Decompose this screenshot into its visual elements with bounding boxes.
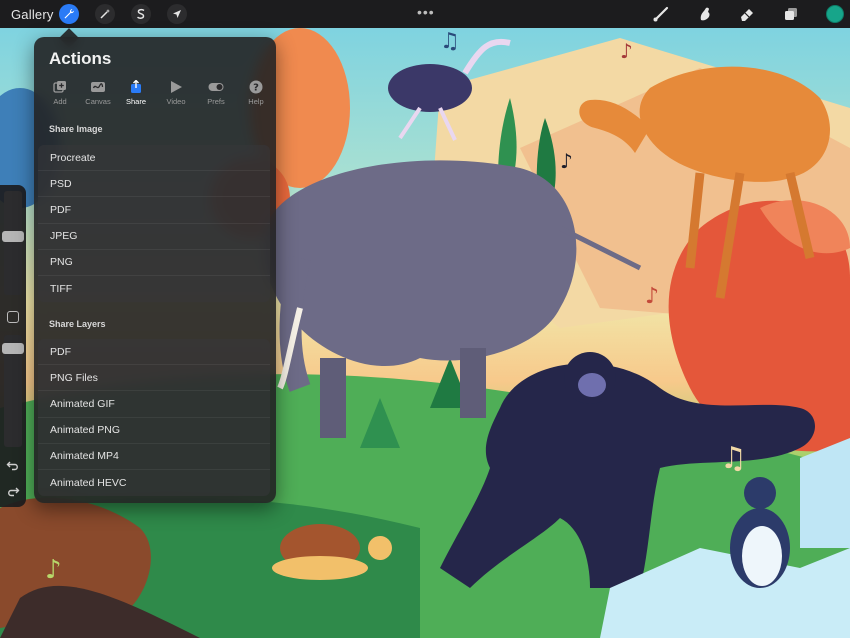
- tab-label: Help: [248, 97, 264, 106]
- undo-icon[interactable]: [6, 458, 20, 472]
- selection-s-icon: [137, 8, 145, 19]
- panel-title: Actions: [49, 49, 112, 68]
- tab-label: Prefs: [207, 97, 225, 106]
- video-icon: [171, 81, 182, 93]
- layers-icon: [785, 8, 797, 20]
- transform-button[interactable]: [167, 4, 187, 24]
- share-item-jpeg[interactable]: JPEG: [38, 224, 270, 250]
- gallery-button[interactable]: Gallery: [11, 7, 54, 22]
- redo-icon[interactable]: [6, 484, 20, 498]
- share-layers-animated-mp4[interactable]: Animated MP4: [38, 444, 270, 470]
- brush-size-slider[interactable]: [4, 191, 22, 295]
- opacity-thumb[interactable]: [2, 343, 24, 354]
- tab-label: Canvas: [85, 97, 111, 106]
- share-item-pdf[interactable]: PDF: [38, 197, 270, 224]
- tab-label: Video: [166, 97, 186, 106]
- share-layers-heading: Share Layers: [49, 319, 106, 329]
- svg-text:♪: ♪: [45, 555, 62, 585]
- eraser-button[interactable]: [736, 4, 758, 24]
- prefs-toggle-icon: [208, 83, 224, 91]
- svg-text:♪: ♪: [620, 39, 633, 63]
- brush-button[interactable]: [650, 4, 672, 24]
- eraser-icon: [741, 9, 753, 21]
- brush-icon: [653, 6, 669, 22]
- svg-text:♫: ♫: [440, 29, 460, 54]
- adjustments-button[interactable]: [95, 4, 115, 24]
- share-layers-animated-gif[interactable]: Animated GIF: [38, 391, 270, 418]
- share-item-png[interactable]: PNG: [38, 250, 270, 276]
- modify-button[interactable]: [7, 311, 19, 323]
- tab-help[interactable]: ? Help: [236, 80, 276, 106]
- actions-tabs: Add Canvas Share Video Prefs ? Help: [40, 80, 272, 110]
- tab-label: Add: [53, 97, 67, 106]
- layers-button[interactable]: [780, 4, 802, 24]
- svg-text:♪: ♪: [645, 284, 659, 309]
- svg-text:?: ?: [253, 83, 259, 94]
- share-layers-list: PDF PNG Files Animated GIF Animated PNG …: [38, 339, 270, 497]
- smudge-icon: [700, 7, 710, 21]
- share-layers-animated-png[interactable]: Animated PNG: [38, 418, 270, 444]
- tab-canvas[interactable]: Canvas: [78, 80, 118, 106]
- add-icon: [53, 81, 66, 93]
- actions-button[interactable]: [59, 4, 79, 24]
- share-item-procreate[interactable]: Procreate: [38, 145, 270, 172]
- selection-button[interactable]: [131, 4, 151, 24]
- svg-text:♪: ♪: [560, 149, 573, 173]
- share-layers-animated-hevc[interactable]: Animated HEVC: [38, 470, 270, 496]
- svg-text:♫: ♫: [720, 441, 747, 476]
- share-item-psd[interactable]: PSD: [38, 171, 270, 198]
- share-item-tiff[interactable]: TIFF: [38, 276, 270, 302]
- canvas-icon: [91, 82, 105, 92]
- top-toolbar: Gallery •••: [0, 0, 850, 28]
- share-image-heading: Share Image: [49, 124, 103, 134]
- actions-panel: Actions Add Canvas Share Video Prefs ? H…: [34, 37, 276, 503]
- tab-share[interactable]: Share: [116, 80, 156, 106]
- tab-label: Share: [125, 97, 146, 106]
- tab-prefs[interactable]: Prefs: [196, 80, 236, 106]
- color-picker-button[interactable]: [826, 5, 844, 23]
- left-sidebar: [0, 185, 26, 507]
- share-image-list: Procreate PSD PDF JPEG PNG TIFF: [38, 145, 270, 303]
- wrench-icon: [64, 8, 75, 19]
- smudge-button[interactable]: [694, 4, 716, 24]
- share-layers-pdf[interactable]: PDF: [38, 339, 270, 366]
- cursor-arrow-icon: [173, 10, 181, 18]
- help-icon: ?: [249, 80, 263, 94]
- magic-wand-icon: [100, 9, 110, 19]
- brush-size-thumb[interactable]: [2, 231, 24, 242]
- tab-add[interactable]: Add: [40, 80, 80, 106]
- more-options-icon[interactable]: •••: [417, 4, 435, 20]
- share-layers-png-files[interactable]: PNG Files: [38, 365, 270, 392]
- tab-video[interactable]: Video: [156, 80, 196, 106]
- share-icon: [131, 80, 141, 93]
